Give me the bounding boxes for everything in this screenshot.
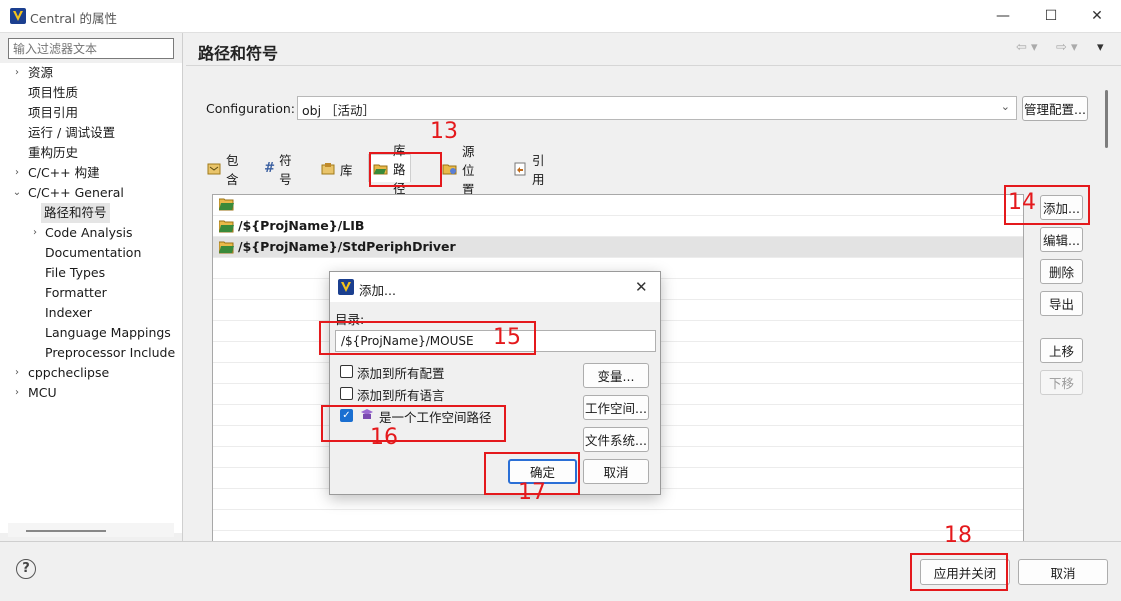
dialog-title: 添加... [359, 283, 396, 298]
tree-item-refactor-history[interactable]: 重构历史 [28, 143, 78, 163]
annotation-box [369, 152, 442, 187]
move-up-button[interactable]: 上移 [1040, 338, 1083, 363]
tree-item-language-mappings[interactable]: Language Mappings [45, 323, 171, 343]
expand-chevron-icon[interactable]: › [12, 63, 22, 83]
tree-item-preprocessor-include[interactable]: Preprocessor Include [45, 343, 175, 363]
expand-chevron-icon[interactable]: › [12, 363, 22, 383]
cancel-button[interactable]: 取消 [1018, 559, 1108, 585]
path-text: /${ProjName}/LIB [238, 218, 365, 233]
forward-arrow-icon[interactable]: ⇨ ▾ [1056, 40, 1078, 55]
tab-references[interactable]: 引用 [508, 153, 549, 187]
tree-item-code-analysis[interactable]: Code Analysis [45, 223, 132, 243]
library-icon [320, 161, 336, 177]
header-separator [186, 65, 1121, 66]
checkbox-label: 添加到所有语言 [357, 388, 445, 403]
view-menu-icon[interactable]: ▾ [1097, 40, 1104, 55]
path-text: /${ProjName}/StdPeriphDriver [238, 239, 456, 254]
collapse-chevron-icon[interactable]: ⌄ [12, 183, 22, 203]
folder-icon [219, 241, 234, 253]
back-arrow-icon[interactable]: ⇦ ▾ [1016, 40, 1038, 55]
tab-label: 包含 [226, 153, 239, 187]
variables-button[interactable]: 变量... [583, 363, 649, 388]
annotation-number: 13 [430, 119, 458, 144]
tree-item-cppcheclipse[interactable]: cppcheclipse [28, 363, 109, 383]
app-logo-icon [338, 279, 354, 295]
edit-button[interactable]: 编辑... [1040, 227, 1083, 252]
annotation-number: 17 [518, 480, 546, 505]
configuration-label: Configuration: [206, 101, 295, 116]
tree-item-resources[interactable]: 资源 [28, 63, 53, 83]
tab-libraries[interactable]: 库 [316, 156, 357, 182]
close-icon[interactable]: ✕ [635, 278, 648, 296]
sidebar-scroll-thumb[interactable] [26, 530, 106, 532]
configuration-value: obj ［活动］ [302, 103, 376, 118]
list-item[interactable]: /${ProjName}/StdPeriphDriver [213, 237, 1023, 258]
include-icon [206, 161, 222, 177]
tree-item-project-nature[interactable]: 项目性质 [28, 83, 78, 103]
annotation-number: 18 [944, 523, 972, 548]
chevron-down-icon: ⌄ [1000, 100, 1010, 113]
list-item[interactable]: /${ProjName}/LIB [213, 216, 1023, 237]
list-item[interactable] [213, 195, 1023, 216]
app-logo-icon [10, 8, 26, 24]
expand-chevron-icon[interactable]: › [30, 223, 40, 243]
tree-item-run-debug[interactable]: 运行 / 调试设置 [28, 123, 115, 143]
preference-tree: › 资源 项目性质 项目引用 运行 / 调试设置 重构历史 › C/C++ 构建… [0, 63, 182, 533]
maximize-button[interactable]: ☐ [1028, 0, 1074, 32]
delete-button[interactable]: 删除 [1040, 259, 1083, 284]
minimize-button[interactable]: — [980, 0, 1026, 32]
page-scrollbar-thumb[interactable] [1105, 90, 1108, 148]
folder-icon [219, 220, 234, 232]
annotation-box [910, 553, 1008, 591]
configuration-select[interactable]: obj ［活动］ ⌄ [297, 96, 1017, 120]
tab-includes[interactable]: 包含 [202, 153, 243, 187]
tab-label: 库 [340, 162, 353, 178]
expand-chevron-icon[interactable]: › [12, 163, 22, 183]
title-separator [0, 32, 1121, 33]
tab-symbols[interactable]: # 符号 [260, 153, 301, 187]
folder-icon [219, 198, 234, 211]
tab-label: 引用 [532, 153, 545, 187]
export-button[interactable]: 导出 [1040, 291, 1083, 316]
tree-item-mcu[interactable]: MCU [28, 383, 57, 403]
checkbox-label: 添加到所有配置 [357, 366, 445, 381]
annotation-number: 16 [370, 425, 398, 450]
tree-item-documentation[interactable]: Documentation [45, 243, 141, 263]
page-title: 路径和符号 [198, 44, 279, 63]
reference-icon [512, 161, 528, 177]
tree-item-paths-symbols[interactable]: 路径和符号 [41, 203, 110, 223]
source-folder-icon [442, 161, 458, 177]
close-button[interactable]: ✕ [1074, 0, 1120, 32]
help-icon[interactable]: ? [16, 559, 36, 579]
add-to-all-configs-checkbox[interactable] [340, 365, 353, 378]
manage-configurations-button[interactable]: 管理配置... [1022, 96, 1088, 121]
add-to-all-languages-checkbox[interactable] [340, 387, 353, 400]
tree-item-project-references[interactable]: 项目引用 [28, 103, 78, 123]
file-system-button[interactable]: 文件系统... [583, 427, 649, 452]
annotation-number: 14 [1008, 190, 1036, 215]
tab-label: 符号 [279, 153, 292, 187]
move-down-button[interactable]: 下移 [1040, 370, 1083, 395]
tree-item-cpp-build[interactable]: C/C++ 构建 [28, 163, 100, 183]
tab-label: 源位置 [462, 143, 475, 197]
tree-item-cpp-general[interactable]: C/C++ General [28, 183, 124, 203]
expand-chevron-icon[interactable]: › [12, 383, 22, 403]
tree-item-indexer[interactable]: Indexer [45, 303, 92, 323]
sidebar-divider [182, 33, 183, 541]
annotation-number: 15 [493, 325, 521, 350]
title-bar [0, 0, 1121, 32]
list-item [213, 510, 1023, 531]
tree-item-formatter[interactable]: Formatter [45, 283, 107, 303]
tree-item-file-types[interactable]: File Types [45, 263, 105, 283]
window-title: Central 的属性 [30, 11, 117, 26]
tab-source-location[interactable]: 源位置 [438, 144, 479, 197]
hash-icon: # [264, 161, 276, 176]
filter-input[interactable] [8, 38, 174, 59]
workspace-button[interactable]: 工作空间... [583, 395, 649, 420]
dialog-cancel-button[interactable]: 取消 [583, 459, 649, 484]
annotation-box [321, 405, 506, 442]
